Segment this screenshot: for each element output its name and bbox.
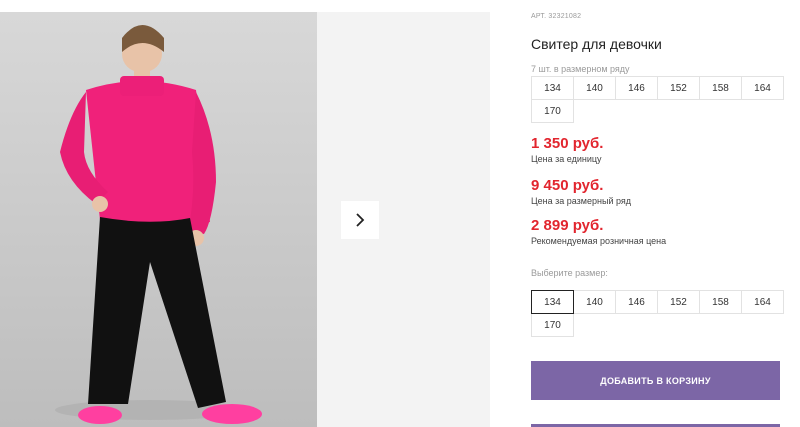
size-option-164[interactable]: 164 (741, 290, 784, 314)
unit-price: 1 350 руб. (531, 135, 604, 152)
size-range-grid: 134 140 146 152 158 164 170 (531, 76, 784, 123)
size-option-152[interactable]: 152 (657, 290, 700, 314)
product-sku: АРТ. 32321082 (531, 13, 582, 20)
size-option-146[interactable]: 146 (615, 290, 658, 314)
range-price: 9 450 руб. (531, 177, 604, 194)
range-size-cell: 158 (699, 76, 742, 100)
gallery-next-button[interactable] (341, 201, 379, 239)
unit-price-note: Цена за единицу (531, 154, 602, 164)
size-option-140[interactable]: 140 (573, 290, 616, 314)
size-option-170[interactable]: 170 (531, 313, 574, 337)
retail-price: 2 899 руб. (531, 217, 604, 234)
range-size-cell: 134 (531, 76, 574, 100)
range-size-cell: 152 (657, 76, 700, 100)
range-caption: 7 шт. в размерном ряду (531, 64, 630, 74)
gallery-next-panel (317, 12, 490, 427)
model-illustration (55, 25, 262, 424)
product-gallery (0, 12, 490, 427)
add-to-cart-button[interactable]: ДОБАВИТЬ В КОРЗИНУ (531, 361, 780, 400)
size-option-134[interactable]: 134 (531, 290, 574, 314)
size-select-caption: Выберите размер: (531, 268, 608, 278)
range-size-cell: 170 (531, 99, 574, 123)
size-option-158[interactable]: 158 (699, 290, 742, 314)
retail-price-note: Рекомендуемая розничная цена (531, 236, 667, 246)
product-title: Свитер для девочки (531, 36, 662, 52)
range-size-cell: 140 (573, 76, 616, 100)
product-photo (0, 12, 317, 427)
range-price-note: Цена за размерный ряд (531, 196, 632, 206)
chevron-right-icon (356, 213, 365, 227)
range-size-cell: 164 (741, 76, 784, 100)
range-size-cell: 146 (615, 76, 658, 100)
size-select-grid: 134 140 146 152 158 164 170 (531, 290, 784, 337)
